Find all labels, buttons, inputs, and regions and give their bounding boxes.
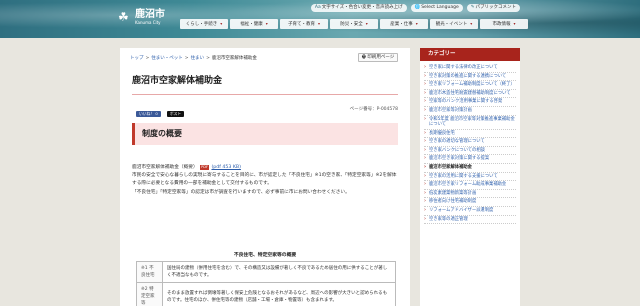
intro-paragraph-2: 「不良住宅」「特定空家等」の認定は市が調査を行いますので、必ず事前に市にお問い合… (132, 189, 350, 195)
sidebar-item[interactable]: 鹿沼市空家等対策計画 (424, 107, 516, 116)
definition-table: ※1 不良住宅 国住局の建物（併用住宅を含む）で、その構造又は設備が著しく不良であ… (136, 261, 396, 306)
utility-link-label: 文字サイズ・色合い変更・音声読み上げ (321, 4, 403, 10)
sidebar-item[interactable]: 空き家の適切な管理について (424, 138, 516, 147)
table-key-cell: ※1 不良住宅 (136, 261, 163, 283)
x-post-button[interactable]: ポスト (166, 111, 185, 117)
breadcrumb-separator: > (206, 56, 210, 61)
breadcrumb-link[interactable]: 住まい (191, 56, 205, 61)
utility-link[interactable]: 🌐Select Language (410, 3, 463, 12)
printer-icon: 🖶 (361, 55, 366, 60)
breadcrumb-link[interactable]: トップ (130, 56, 144, 61)
table-value-cell: 国住局の建物（併用住宅を含む）で、その構造又は設備が著しく不良であるため居住の用… (162, 261, 396, 283)
facebook-like-button[interactable]: いいね！ 0 (136, 111, 161, 117)
sidebar-item[interactable]: 鹿沼市空き家対策に関する提案 (424, 155, 516, 164)
nav-item-label: 市政情報 (492, 22, 511, 27)
nav-item-label: 防災・安全 (340, 22, 363, 27)
print-page-label: 印刷用ページ (367, 55, 395, 60)
breadcrumb-link[interactable]: 住まい・ペット (151, 56, 183, 61)
breadcrumb-current: 鹿沼市空家解体補助金 (211, 56, 257, 61)
nav-item[interactable]: くらし・手続き ▾ (180, 19, 228, 29)
table-key-cell: ※2 特定空家等 (136, 282, 163, 306)
sidebar-item[interactable]: 令和5年度 鹿沼市空家等対策推進事業補助金について (424, 116, 516, 130)
nav-item-label: 産業・仕事 (390, 22, 413, 27)
table-value-cell: そのまま放置すれば倒壊等著しく保安上危険となるおそれがあるなど、周辺への影響が大… (162, 282, 396, 306)
main-content: トップ > 住まい・ペット > 住まい > 鹿沼市空家解体補助金 🖶 印刷用ページ 鹿沼市空… (120, 48, 410, 306)
site-logo[interactable]: ☘ 鹿沼市 Kanuma City (118, 4, 168, 30)
sidebar-item[interactable]: 低炭素建築物新築等計画 (424, 190, 516, 199)
utility-link-label: パブリックコメント (475, 4, 517, 10)
breadcrumb-separator: > (184, 56, 189, 61)
sidebar-item[interactable]: 長期優良住宅 (424, 130, 516, 139)
sidebar-item[interactable]: 鹿沼市空家解体補助金 (424, 164, 516, 173)
nav-item[interactable]: 防災・安全 ▾ (330, 19, 378, 29)
sidebar-item[interactable]: 空き家等の適正管理 (424, 216, 516, 225)
print-page-button[interactable]: 🖶 印刷用ページ (358, 53, 398, 62)
language-icon: 🌐 (414, 4, 421, 10)
nav-item[interactable]: 市政情報 ▾ (480, 19, 528, 29)
category-sidebar: カテゴリー 空き家に関する法律の改正について空き家対策の推進に関する連携について… (420, 48, 520, 306)
sidebar-item[interactable]: 鹿沼市木造住宅耐震建替補助制度について (424, 90, 516, 99)
table-row: ※2 特定空家等 そのまま放置すれば倒壊等著しく保安上危険となるおそれがあるなど、… (136, 282, 396, 306)
sidebar-item[interactable]: 空き家に関する法律の改正について (424, 64, 516, 73)
pdf-icon: PDF (200, 165, 209, 170)
utility-links: Aa文字サイズ・色合い変更・音声読み上げ 🌐Select Language ✎パブリ… (310, 3, 520, 12)
sidebar-item[interactable]: 鹿沼市空き家リフォーム助成事業補助金 (424, 181, 516, 190)
logo-japanese-name: 鹿沼市 (135, 9, 165, 20)
utility-link[interactable]: Aa文字サイズ・色合い変更・音声読み上げ (310, 3, 407, 12)
table-row: ※1 不良住宅 国住局の建物（併用住宅を含む）で、その構造又は設備が著しく不良であ… (136, 261, 396, 283)
chevron-down-icon: ▾ (470, 21, 473, 26)
nav-item[interactable]: 産業・仕事 ▾ (380, 19, 428, 29)
sidebar-list: 空き家に関する法律の改正について空き家対策の推進に関する連携について空き家リフォ… (420, 61, 520, 225)
intro-text: 鹿沼市空家解体補助金（概要） PDF (pdf 453 KB) 市民の安全で安心… (132, 164, 400, 197)
breadcrumb-separator: > (145, 56, 150, 61)
page-number: ページ番号：P-004578 (349, 107, 398, 112)
chevron-down-icon: ▾ (415, 21, 418, 26)
section-heading: 制度の概要 (132, 123, 398, 145)
sidebar-item[interactable]: 空き家の活用に関する支援について (424, 173, 516, 182)
nav-item-label: 子育て・教育 (287, 22, 315, 27)
breadcrumb: トップ > 住まい・ペット > 住まい > 鹿沼市空家解体補助金 (130, 55, 257, 61)
sidebar-item[interactable]: 空き家バンクについての相談 (424, 147, 516, 156)
chevron-down-icon: ▾ (220, 21, 223, 26)
public-comment-icon: ✎ (470, 4, 475, 10)
nav-item-label: 観光・イベント (435, 22, 468, 27)
social-buttons: いいね！ 0 ポスト (136, 111, 185, 117)
nav-item-label: 福祉・健康 (240, 22, 263, 27)
overview-doc-label: 鹿沼市空家解体補助金（概要） (132, 165, 198, 170)
chevron-down-icon: ▾ (317, 21, 320, 26)
chevron-down-icon: ▾ (365, 21, 368, 26)
sidebar-item[interactable]: 空き家対策の推進に関する連携について (424, 73, 516, 82)
site-header: ☘ 鹿沼市 Kanuma City Aa文字サイズ・色合い変更・音声読み上げ 🌐S… (0, 0, 640, 38)
nav-item[interactable]: 観光・イベント ▾ (430, 19, 478, 29)
table-caption: 不良住宅、特定空家等の概要 (233, 253, 297, 258)
chevron-down-icon: ▾ (265, 21, 268, 26)
sidebar-item[interactable]: 空き家リフォーム補助制度について（終了） (424, 81, 516, 90)
utility-link-label: Select Language (421, 4, 459, 10)
chevron-down-icon: ▾ (513, 21, 516, 26)
nav-item-label: くらし・手続き (185, 22, 218, 27)
intro-paragraph: 市民の安全で安心な暮らしの実現に寄与することを目的に、市が認定した「不良住宅」※… (132, 173, 397, 187)
text-size-icon: Aa (314, 4, 321, 10)
sidebar-item[interactable]: リフォームアドバイザー派遣制度 (424, 207, 516, 216)
page-title: 鹿沼市空家解体補助金 (132, 73, 398, 95)
global-nav: くらし・手続き ▾ 福祉・健康 ▾ 子育て・教育 ▾ 防災・安全 ▾ 産業・仕事 ▾ 観光・イベント… (180, 19, 528, 29)
nav-item[interactable]: 子育て・教育 ▾ (280, 19, 328, 29)
city-emblem-icon: ☘ (118, 10, 129, 24)
sidebar-heading: カテゴリー (420, 48, 520, 61)
overview-pdf-link[interactable]: (pdf 453 KB) (211, 165, 240, 170)
logo-english-name: Kanuma City (135, 20, 161, 25)
sidebar-item[interactable]: 移住者向け住宅補助制度 (424, 198, 516, 207)
utility-link[interactable]: ✎パブリックコメント (466, 3, 520, 12)
nav-item[interactable]: 福祉・健康 ▾ (230, 19, 278, 29)
sidebar-item[interactable]: 空家等のバンク活用事業に関する啓発 (424, 98, 516, 107)
